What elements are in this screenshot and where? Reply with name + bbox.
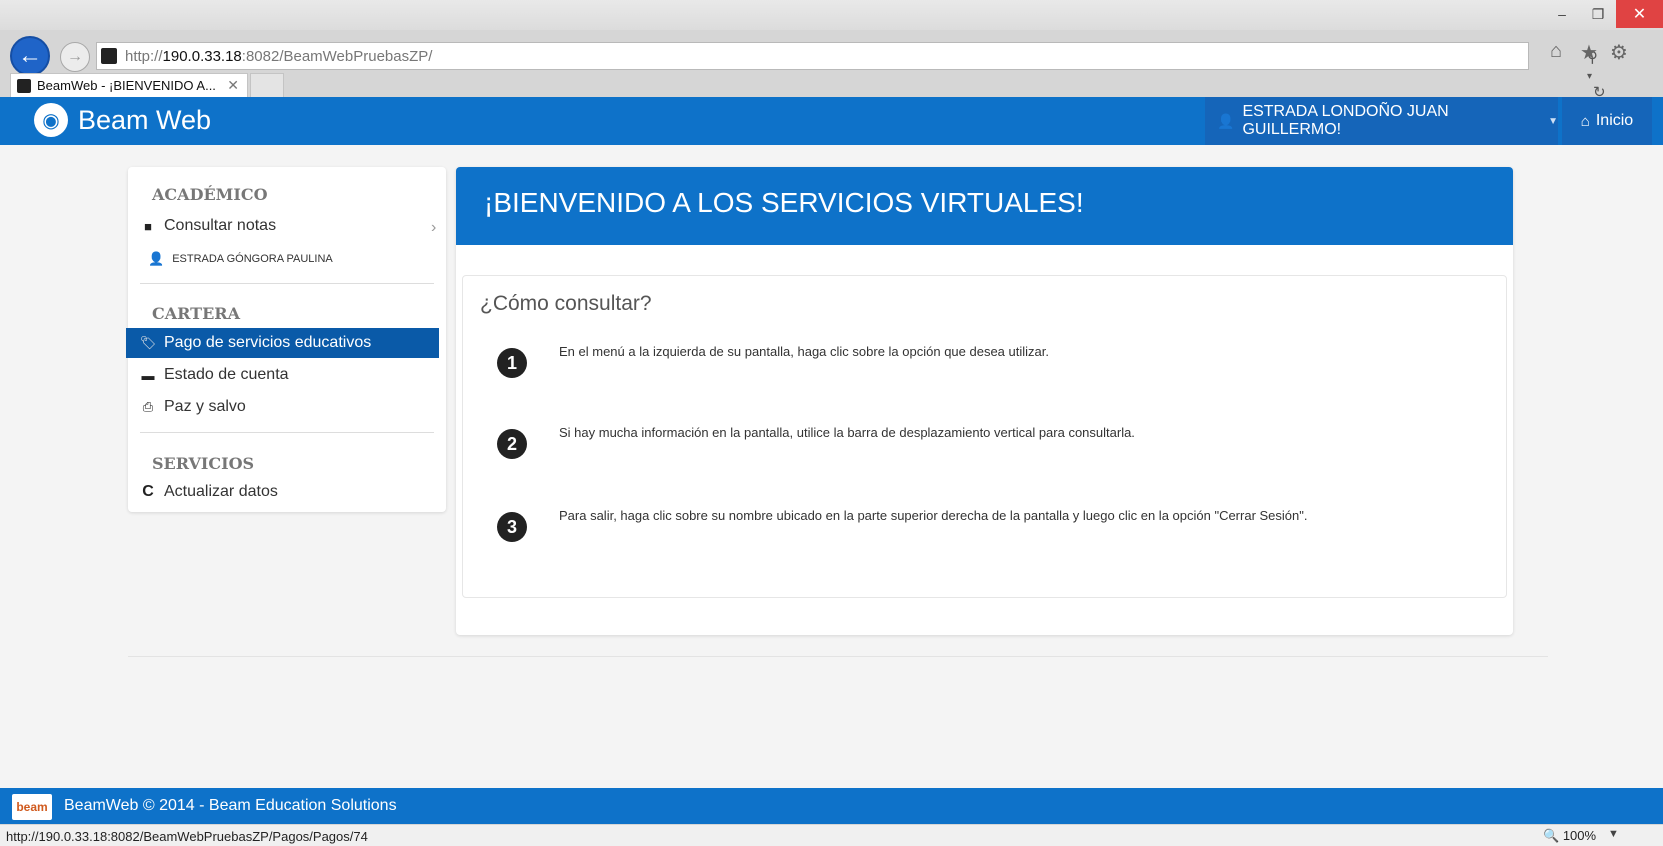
sidebar-item-consultar-notas[interactable]: ■ Consultar notas bbox=[138, 211, 436, 241]
step-2: 2 Si hay mucha información en la pantall… bbox=[497, 425, 1135, 459]
sidebar-item-pago-servicios[interactable]: 🏷 Pago de servicios educativos bbox=[126, 328, 439, 358]
step-number: 1 bbox=[497, 348, 527, 378]
sidebar-item-label: Estado de cuenta bbox=[164, 366, 289, 383]
help-title: ¿Cómo consultar? bbox=[480, 292, 652, 315]
footer-text: BeamWeb © 2014 - Beam Education Solution… bbox=[64, 797, 397, 814]
address-rest: :8082/BeamWebPruebasZP/ bbox=[241, 48, 433, 65]
divider bbox=[140, 283, 434, 284]
sidebar-item-label: Paz y salvo bbox=[164, 398, 246, 415]
main-header: ¡BIENVENIDO A LOS SERVICIOS VIRTUALES! bbox=[456, 167, 1513, 245]
sidebar: ACADÉMICO ■ Consultar notas › 👤 ESTRADA … bbox=[126, 167, 446, 512]
address-text[interactable]: http://190.0.33.18:8082/BeamWebPruebasZP… bbox=[125, 48, 432, 65]
beam-logo: beam bbox=[12, 794, 52, 820]
status-url: http://190.0.33.18:8082/BeamWebPruebasZP… bbox=[6, 829, 368, 844]
address-bar[interactable]: http://190.0.33.18:8082/BeamWebPruebasZP… bbox=[96, 42, 1606, 101]
address-host: 190.0.33.18 bbox=[162, 48, 242, 65]
title-bar bbox=[0, 0, 1663, 30]
sidebar-item-label: Consultar notas bbox=[164, 217, 277, 234]
section-heading-cartera: CARTERA bbox=[152, 304, 240, 323]
browser-chrome: – ❐ ✕ ← → http://190.0.33.18:8082/BeamWe… bbox=[0, 0, 1663, 101]
sidebar-item-estado-cuenta[interactable]: ▬ Estado de cuenta bbox=[138, 360, 436, 390]
book-icon: ■ bbox=[144, 218, 152, 234]
step-number: 3 bbox=[497, 512, 527, 542]
page-icon bbox=[101, 48, 117, 64]
sidebar-item-label: Actualizar datos bbox=[164, 483, 278, 500]
user-name: ESTRADA LONDOÑO JUAN GUILLERMO! bbox=[1242, 103, 1449, 138]
folder-icon: ▬ bbox=[141, 367, 155, 383]
globe-icon: ◉ bbox=[34, 103, 68, 137]
student-name: ESTRADA GÓNGORA PAULINA bbox=[172, 253, 333, 265]
page-icon bbox=[17, 78, 31, 93]
app-footer: beam BeamWeb © 2014 - Beam Education Sol… bbox=[0, 788, 1663, 824]
address-prefix: http:// bbox=[125, 48, 163, 65]
home-label: Inicio bbox=[1595, 112, 1634, 129]
page-title: ¡BIENVENIDO A LOS SERVICIOS VIRTUALES! bbox=[484, 187, 1084, 218]
step-text: Si hay mucha información en la pantalla,… bbox=[559, 425, 1135, 440]
tab-row: BeamWeb - ¡BIENVENIDO A... ✕ bbox=[0, 70, 1663, 97]
favorites-icon[interactable]: ★ bbox=[1580, 40, 1598, 65]
step-text: En el menú a la izquierda de su pantalla… bbox=[559, 344, 1049, 359]
user-icon: 👤 bbox=[148, 251, 165, 266]
refresh-icon: C bbox=[142, 483, 154, 500]
home-icon: ⌂ bbox=[1580, 112, 1590, 130]
zoom-value: 100% bbox=[1562, 828, 1597, 843]
student-option[interactable]: 👤 ESTRADA GÓNGORA PAULINA bbox=[148, 251, 333, 267]
status-bar: http://190.0.33.18:8082/BeamWebPruebasZP… bbox=[0, 824, 1663, 846]
settings-icon[interactable]: ⚙ bbox=[1610, 40, 1628, 65]
divider bbox=[128, 656, 1548, 657]
main-panel: ¡BIENVENIDO A LOS SERVICIOS VIRTUALES! ¿… bbox=[456, 167, 1513, 635]
brand-name: Beam Web bbox=[78, 104, 212, 135]
close-icon[interactable]: ✕ bbox=[1616, 0, 1663, 28]
user-menu[interactable]: 👤 ESTRADA LONDOÑO JUAN GUILLERMO! ▼ bbox=[1205, 97, 1558, 145]
section-heading-servicios: SERVICIOS bbox=[152, 454, 255, 473]
step-1: 1 En el menú a la izquierda de su pantal… bbox=[497, 344, 1049, 378]
tab-beamweb[interactable]: BeamWeb - ¡BIENVENIDO A... ✕ bbox=[10, 73, 248, 97]
sidebar-item-label: Pago de servicios educativos bbox=[164, 334, 372, 351]
zoom-level[interactable]: 🔍 100% bbox=[1543, 828, 1596, 844]
sidebar-item-actualizar-datos[interactable]: C Actualizar datos bbox=[138, 477, 436, 507]
divider bbox=[140, 432, 434, 433]
step-3: 3 Para salir, haga clic sobre su nombre … bbox=[497, 508, 1308, 542]
zoom-icon: 🔍 bbox=[1543, 828, 1560, 843]
tab-close-icon[interactable]: ✕ bbox=[227, 77, 239, 94]
caret-down-icon: ▼ bbox=[1548, 115, 1558, 127]
sidebar-item-paz-salvo[interactable]: ⎙ Paz y salvo bbox=[138, 392, 436, 422]
tab-title: BeamWeb - ¡BIENVENIDO A... bbox=[37, 78, 216, 93]
home-link[interactable]: ⌂ Inicio bbox=[1562, 97, 1652, 145]
restore-icon[interactable]: ❐ bbox=[1580, 0, 1616, 28]
step-text: Para salir, haga clic sobre su nombre ub… bbox=[559, 508, 1308, 523]
print-icon: ⎙ bbox=[142, 399, 154, 414]
forward-icon[interactable]: → bbox=[60, 42, 90, 72]
new-tab-button[interactable] bbox=[250, 73, 284, 97]
step-number: 2 bbox=[497, 429, 527, 459]
tag-icon: 🏷 bbox=[139, 335, 157, 350]
address-row: ← → http://190.0.33.18:8082/BeamWebPrueb… bbox=[0, 30, 1663, 101]
brand[interactable]: ◉ Beam Web bbox=[34, 103, 211, 137]
section-heading-academico: ACADÉMICO bbox=[152, 185, 268, 204]
user-icon: 👤 bbox=[1217, 112, 1235, 129]
help-card: ¿Cómo consultar? 1 En el menú a la izqui… bbox=[462, 275, 1507, 598]
app-navbar: ◉ Beam Web 👤 ESTRADA LONDOÑO JUAN GUILLE… bbox=[0, 97, 1663, 145]
chevron-right-icon[interactable]: › bbox=[431, 219, 436, 237]
chevron-down-icon[interactable]: ▼ bbox=[1608, 828, 1619, 840]
home-icon[interactable]: ⌂ bbox=[1550, 40, 1562, 63]
minimize-icon[interactable]: – bbox=[1544, 0, 1580, 28]
